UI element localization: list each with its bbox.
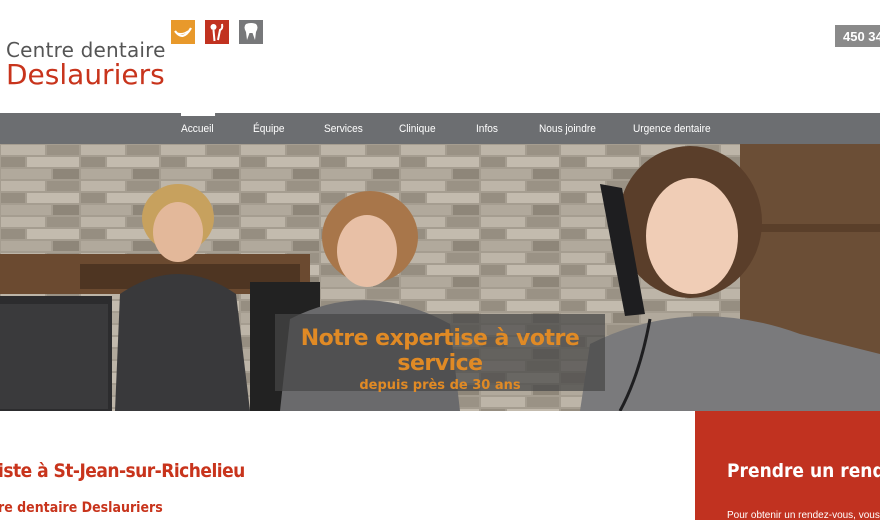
content-subheading: re dentaire Deslauriers [0, 500, 163, 516]
nav-item-services[interactable]: Services [324, 113, 363, 144]
hero-subtitle: depuis près de 30 ans [359, 378, 521, 393]
nav-item-equipe[interactable]: Équipe [253, 113, 285, 144]
main-nav: Accueil Équipe Services Clinique Infos N… [0, 113, 880, 144]
content-heading: iste à St-Jean-sur-Richelieu [0, 460, 245, 482]
nav-item-clinique[interactable]: Clinique [399, 113, 436, 144]
site-logo[interactable]: Centre dentaire Deslauriers [6, 38, 166, 90]
appointment-title: Prendre un rendez-vou [727, 460, 880, 482]
smile-icon [171, 20, 195, 44]
logo-line-2: Deslauriers [6, 58, 165, 91]
nav-item-nous-joindre[interactable]: Nous joindre [539, 113, 596, 144]
logo-icons [171, 20, 263, 44]
appointment-panel: Prendre un rendez-vou Pour obtenir un re… [695, 411, 880, 520]
hero-title: Notre expertise à votre service [300, 326, 580, 376]
dental-tools-icon [205, 20, 229, 44]
nav-item-infos[interactable]: Infos [476, 113, 498, 144]
hero-overlay: Notre expertise à votre service depuis p… [275, 314, 605, 393]
tooth-icon [239, 20, 263, 44]
appointment-text: Pour obtenir un rendez-vous, vous [727, 510, 880, 520]
nav-item-accueil[interactable]: Accueil [181, 113, 216, 144]
site-header: Centre dentaire Deslauriers 450 34 [0, 0, 880, 113]
phone-number[interactable]: 450 34 [835, 25, 880, 47]
hero-banner: Notre expertise à votre service depuis p… [0, 144, 880, 411]
nav-item-urgence-dentaire[interactable]: Urgence dentaire [633, 113, 711, 144]
main-content: iste à St-Jean-sur-Richelieu re dentaire… [0, 411, 695, 520]
